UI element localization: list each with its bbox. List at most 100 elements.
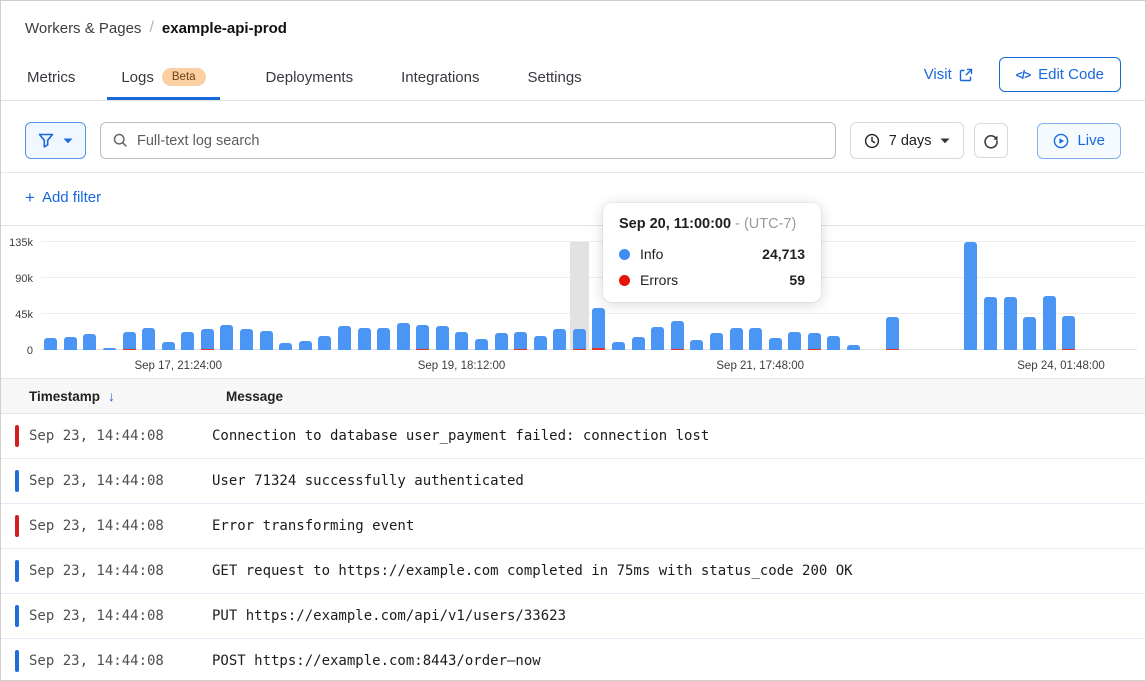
table-row[interactable]: Sep 23, 14:44:08GET request to https://e… <box>1 549 1145 594</box>
chart-bar[interactable] <box>296 242 316 350</box>
breadcrumb-root[interactable]: Workers & Pages <box>25 20 141 37</box>
chart-bar[interactable] <box>1098 242 1118 350</box>
search-input[interactable] <box>137 133 823 149</box>
chart-bar[interactable] <box>1059 242 1079 350</box>
chart-bar[interactable] <box>61 242 81 350</box>
header-actions: Visit </> Edit Code <box>924 57 1121 100</box>
chart-bar[interactable] <box>981 242 1001 350</box>
chart-bar[interactable] <box>511 242 531 350</box>
chart-bar[interactable] <box>335 242 355 350</box>
info-level-indicator <box>15 560 19 582</box>
log-message: GET request to https://example.com compl… <box>212 563 853 579</box>
table-row[interactable]: Sep 23, 14:44:08Error transforming event <box>1 504 1145 549</box>
tooltip-title: Sep 20, 11:00:00 - (UTC-7) <box>619 216 805 232</box>
chart-bar[interactable] <box>902 242 922 350</box>
table-row[interactable]: Sep 23, 14:44:08PUT https://example.com/… <box>1 594 1145 639</box>
clock-icon <box>864 133 880 149</box>
chart-bar[interactable] <box>863 242 883 350</box>
chart-bar[interactable] <box>237 242 257 350</box>
chart-bar[interactable] <box>119 242 139 350</box>
log-timestamp: Sep 23, 14:44:08 <box>29 518 212 534</box>
workers-logs-page: Workers & Pages / example-api-prod Metri… <box>0 0 1146 681</box>
table-row[interactable]: Sep 23, 14:44:08User 71324 successfully … <box>1 459 1145 504</box>
external-link-icon <box>959 68 973 82</box>
tab-metrics[interactable]: Metrics <box>25 64 77 100</box>
tab-deployments[interactable]: Deployments <box>264 64 356 100</box>
chart-bar[interactable] <box>1020 242 1040 350</box>
refresh-icon <box>983 133 999 149</box>
tab-integrations[interactable]: Integrations <box>399 64 481 100</box>
log-table: Timestamp ↓ Message Sep 23, 14:44:08Conn… <box>1 378 1145 681</box>
filter-button[interactable] <box>25 122 86 159</box>
visit-link[interactable]: Visit <box>924 66 973 83</box>
tab-settings[interactable]: Settings <box>525 64 583 100</box>
chart-bar[interactable] <box>80 242 100 350</box>
timestamp-column-header[interactable]: Timestamp ↓ <box>29 388 226 404</box>
chart-bar[interactable] <box>491 242 511 350</box>
table-row[interactable]: Sep 23, 14:44:08Connection to database u… <box>1 414 1145 459</box>
table-row[interactable]: Sep 23, 14:44:08POST https://example.com… <box>1 639 1145 681</box>
chart-bar[interactable] <box>413 242 433 350</box>
chart-bar[interactable] <box>1079 242 1099 350</box>
chart-bar[interactable] <box>433 242 453 350</box>
chart-bar[interactable] <box>374 242 394 350</box>
log-volume-chart: 135k90k45k0 Sep 17, 21:24:00Sep 19, 18:1… <box>1 226 1145 378</box>
chart-bar[interactable] <box>158 242 178 350</box>
chart-plot[interactable] <box>41 242 1137 350</box>
chart-bar[interactable] <box>550 242 570 350</box>
chart-bar[interactable] <box>315 242 335 350</box>
code-icon: </> <box>1016 68 1030 82</box>
chart-bar[interactable] <box>922 242 942 350</box>
chart-bar[interactable] <box>217 242 237 350</box>
chart-bar[interactable] <box>961 242 981 350</box>
chart-bar[interactable] <box>354 242 374 350</box>
chart-bar[interactable] <box>452 242 472 350</box>
chart-bar[interactable] <box>1000 242 1020 350</box>
chart-bar[interactable] <box>883 242 903 350</box>
live-button[interactable]: Live <box>1037 123 1121 159</box>
chart-bar[interactable] <box>844 242 864 350</box>
info-level-indicator <box>15 650 19 672</box>
log-table-header: Timestamp ↓ Message <box>1 379 1145 414</box>
chart-bar[interactable] <box>472 242 492 350</box>
chart-bar[interactable] <box>256 242 276 350</box>
chart-bar[interactable] <box>393 242 413 350</box>
add-filter-button[interactable]: + Add filter <box>25 189 101 206</box>
filters-row: + Add filter <box>1 173 1145 226</box>
log-timestamp: Sep 23, 14:44:08 <box>29 608 212 624</box>
chart-bar[interactable] <box>1118 242 1138 350</box>
chevron-down-icon <box>63 138 73 144</box>
page-header: Workers & Pages / example-api-prod Metri… <box>1 1 1145 101</box>
play-circle-icon <box>1053 133 1069 149</box>
error-level-indicator <box>15 425 19 447</box>
chart-bar-hovered[interactable] <box>570 242 590 350</box>
chart-bar[interactable] <box>178 242 198 350</box>
breadcrumb: Workers & Pages / example-api-prod <box>25 19 1121 37</box>
y-axis-label: 0 <box>1 345 33 357</box>
refresh-button[interactable] <box>974 123 1008 158</box>
tab-logs[interactable]: Logs Beta <box>107 64 219 100</box>
tooltip-timestamp: Sep 20, 11:00:00 <box>619 216 731 232</box>
tooltip-row-errors: Errors 59 <box>619 272 805 288</box>
log-toolbar: 7 days Live <box>1 101 1145 173</box>
add-filter-label: Add filter <box>42 189 101 206</box>
chart-bar[interactable] <box>41 242 61 350</box>
chart-bar[interactable] <box>276 242 296 350</box>
chart-bar[interactable] <box>100 242 120 350</box>
log-message: PUT https://example.com/api/v1/users/336… <box>212 608 566 624</box>
chart-bar[interactable] <box>1039 242 1059 350</box>
log-message: Connection to database user_payment fail… <box>212 428 709 444</box>
info-dot-icon <box>619 249 630 260</box>
live-button-label: Live <box>1077 132 1105 149</box>
sort-desc-icon: ↓ <box>108 388 115 404</box>
edit-code-button[interactable]: </> Edit Code <box>999 57 1121 92</box>
chart-bar[interactable] <box>530 242 550 350</box>
time-range-value: 7 days <box>889 133 932 149</box>
chart-bar[interactable] <box>942 242 962 350</box>
time-range-dropdown[interactable]: 7 days <box>850 122 965 159</box>
chart-bar[interactable] <box>139 242 159 350</box>
chart-bar[interactable] <box>198 242 218 350</box>
beta-badge: Beta <box>162 68 206 86</box>
chart-bar[interactable] <box>824 242 844 350</box>
page-title: example-api-prod <box>162 20 287 37</box>
